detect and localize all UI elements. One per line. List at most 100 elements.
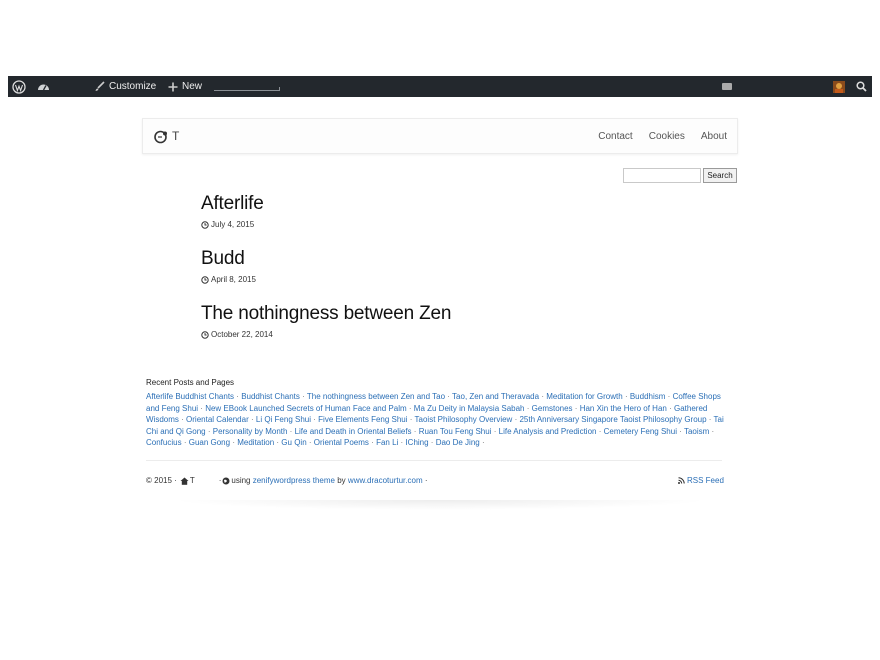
footer-home-link[interactable]: T (190, 476, 195, 485)
recent-post-separator: · (207, 426, 211, 436)
adminbar-field[interactable] (214, 87, 280, 91)
recent-post-link[interactable]: Buddhist Chants (241, 392, 300, 401)
post-date-text: October 22, 2014 (211, 330, 273, 339)
recent-post-link[interactable]: New EBook Launched Secrets of Human Face… (205, 404, 406, 413)
recent-post-separator: · (181, 415, 184, 425)
search-icon[interactable] (854, 76, 868, 97)
admin-bar: Customize New (8, 76, 872, 97)
recent-post-link[interactable]: Oriental Poems (314, 438, 369, 447)
recent-post-link[interactable]: Li Qi Feng Shui (256, 415, 311, 424)
recent-post-link[interactable]: Gemstones (532, 404, 573, 413)
recent-post-separator: · (183, 438, 187, 448)
recent-post-separator: · (574, 403, 578, 413)
recent-posts-list: Afterlife Buddhist Chants · Buddhist Cha… (146, 391, 726, 449)
wordpress-icon[interactable] (10, 76, 28, 97)
brush-icon (95, 81, 105, 91)
recent-post-separator: · (541, 392, 544, 401)
recent-post-link[interactable]: Five Elements Feng Shui (318, 415, 407, 424)
clock-icon (201, 220, 209, 229)
recent-posts: Recent Posts and Pages Afterlife Buddhis… (146, 378, 726, 449)
footer-separator: · (218, 476, 222, 485)
recent-post-link[interactable]: Ma Zu Deity in Malaysia Sabah (414, 404, 525, 413)
post-title[interactable]: Afterlife (201, 193, 264, 215)
recent-post-link[interactable]: Ruan Tou Feng Shui (419, 427, 492, 436)
recent-post-separator: · (481, 438, 485, 448)
recent-post-separator: · (408, 403, 412, 413)
recent-post-link[interactable]: 25th Anniversary Singapore Taoist Philos… (519, 415, 706, 424)
search-button[interactable]: Search (703, 168, 737, 183)
footer-separator: · (424, 476, 428, 485)
dashboard-icon[interactable] (35, 76, 51, 97)
recent-post-separator: · (400, 438, 404, 448)
recent-post-separator: · (679, 426, 682, 436)
recent-post-separator: · (413, 426, 417, 436)
recent-post-separator: · (289, 426, 293, 436)
recent-post-separator: · (430, 438, 434, 448)
recent-post-link[interactable]: IChing (405, 438, 428, 447)
recent-post-link[interactable]: Meditation (237, 438, 274, 447)
main-nav: Contact Cookies About (598, 119, 727, 153)
post-item: Afterlife July 4, 2015 (201, 193, 264, 229)
recent-post-link[interactable]: Gu Qin (281, 438, 306, 447)
recent-post-link[interactable]: Life and Death in Oriental Beliefs (295, 427, 412, 436)
recent-post-separator: · (669, 403, 672, 413)
recent-post-separator: · (409, 415, 413, 425)
recent-post-separator: · (667, 392, 671, 401)
nav-about[interactable]: About (701, 131, 727, 142)
rss-feed-link[interactable]: RSS Feed (678, 476, 724, 485)
recent-post-link[interactable]: Confucius (146, 438, 182, 447)
site-title[interactable]: T (172, 129, 179, 143)
recent-post-link[interactable]: Taoist Philosophy Overview (415, 415, 513, 424)
recent-post-link[interactable]: Personality by Month (213, 427, 288, 436)
clock-icon (201, 275, 209, 284)
recent-post-link[interactable]: Han Xin the Hero of Han (580, 404, 667, 413)
search-input[interactable] (623, 168, 701, 183)
recent-post-separator: · (447, 392, 450, 401)
post-date-text: April 8, 2015 (211, 275, 256, 284)
recent-post-separator: · (302, 392, 305, 401)
recent-post-separator: · (514, 415, 518, 425)
author-link[interactable]: www.dracoturtur.com (348, 476, 423, 485)
footer-divider (146, 460, 722, 461)
post-title[interactable]: The nothingness between Zen (201, 303, 451, 325)
recent-post-link[interactable]: Meditation for Growth (546, 392, 622, 401)
recent-post-link[interactable]: Dao De Jing (436, 438, 480, 447)
customize-button[interactable]: Customize (94, 76, 156, 97)
recent-post-separator: · (236, 392, 239, 401)
recent-post-link[interactable]: Fan Li (376, 438, 398, 447)
avatar-icon[interactable] (832, 76, 846, 97)
nav-cookies[interactable]: Cookies (649, 131, 685, 142)
recent-post-link[interactable]: Cemetery Feng Shui (604, 427, 677, 436)
recent-post-link[interactable]: Tao, Zen and Theravada (452, 392, 539, 401)
new-button[interactable]: New (168, 76, 202, 97)
clock-icon (201, 330, 209, 339)
recent-post-link[interactable]: Life Analysis and Prediction (499, 427, 597, 436)
rss-icon (678, 477, 685, 484)
site-logo-icon[interactable] (153, 129, 169, 145)
post-date: April 8, 2015 (201, 275, 256, 284)
recent-post-link[interactable]: Taoism (684, 427, 709, 436)
post-title[interactable]: Budd (201, 248, 256, 270)
footer-copyright: © 2015 · (146, 476, 177, 485)
recent-post-link[interactable]: Afterlife Buddhist Chants (146, 392, 234, 401)
new-label: New (182, 81, 203, 92)
globe-icon (222, 477, 230, 484)
recent-post-separator: · (598, 426, 602, 436)
home-icon (180, 477, 189, 485)
post-item: Budd April 8, 2015 (201, 248, 256, 284)
recent-post-link[interactable]: Oriental Calendar (186, 415, 249, 424)
recent-posts-heading: Recent Posts and Pages (146, 378, 235, 387)
nav-contact[interactable]: Contact (598, 131, 632, 142)
recent-post-link[interactable]: Guan Gong (189, 438, 230, 447)
recent-post-separator: · (708, 415, 712, 425)
site-header: T Contact Cookies About (142, 118, 738, 154)
recent-post-link[interactable]: The nothingness between Zen and Tao (307, 392, 445, 401)
recent-post-separator: · (250, 415, 254, 425)
recent-post-separator: · (276, 438, 280, 448)
recent-post-separator: · (526, 403, 530, 413)
recent-post-link[interactable]: Buddhism (630, 392, 666, 401)
recent-post-separator: · (308, 438, 312, 448)
recent-post-separator: · (624, 392, 628, 401)
theme-link[interactable]: zenifywordpress theme (253, 476, 335, 485)
comment-icon[interactable] (720, 76, 734, 97)
